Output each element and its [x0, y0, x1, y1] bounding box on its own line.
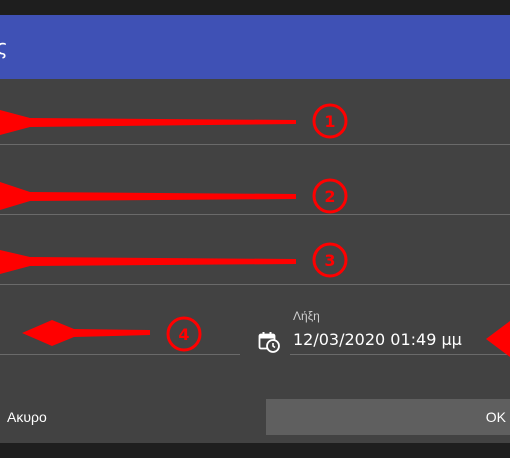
field-3-underline[interactable]	[0, 284, 510, 285]
field-4-underline[interactable]	[0, 354, 240, 355]
ok-button[interactable]: OK	[266, 399, 510, 435]
end-date-label: Λήξη	[293, 309, 320, 323]
field-1-underline[interactable]	[0, 144, 510, 145]
edit-dialog: ς Λήξη 12/03/2020 01:49 μμ Ακυρο OK	[0, 15, 510, 443]
cancel-button[interactable]: Ακυρο	[0, 399, 80, 435]
end-date-underline	[290, 354, 510, 355]
end-date-input[interactable]: 12/03/2020 01:49 μμ	[293, 330, 462, 349]
dialog-actions: Ακυρο OK	[0, 399, 510, 435]
dialog-title: ς	[0, 35, 8, 59]
screen-frame: ς Λήξη 12/03/2020 01:49 μμ Ακυρο OK 1 2 …	[0, 0, 510, 458]
dialog-header: ς	[0, 15, 510, 79]
calendar-clock-icon[interactable]	[258, 331, 280, 353]
field-2-underline[interactable]	[0, 214, 510, 215]
